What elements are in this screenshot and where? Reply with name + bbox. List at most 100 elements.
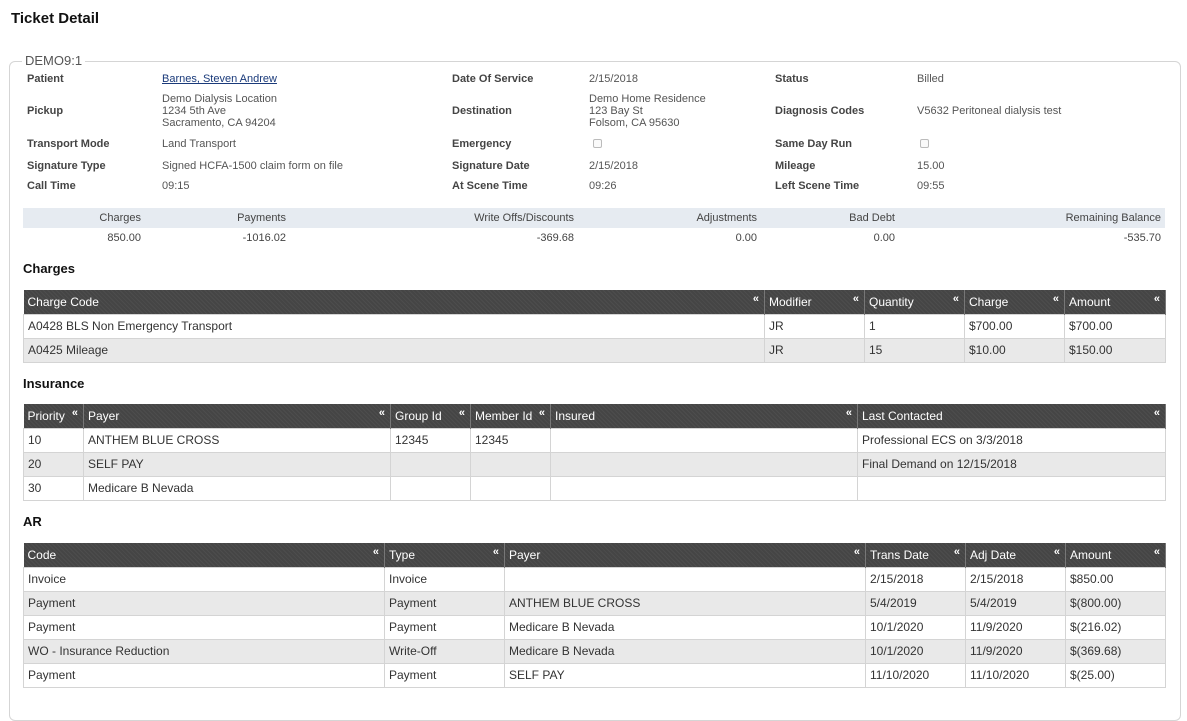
pickup-line-2: 1234 5th Ave [162, 105, 227, 117]
table-cell: 20 [23, 451, 84, 477]
at-scene-time-label: At Scene Time [452, 180, 528, 192]
ar-col-type[interactable]: Type « [384, 543, 505, 567]
table-cell: 10 [23, 427, 84, 453]
emergency-label: Emergency [452, 138, 512, 150]
ar-col-adj-date[interactable]: Adj Date « [965, 543, 1066, 567]
table-row: Payment Payment ANTHEM BLUE CROSS 5/4/20… [23, 590, 1166, 616]
insurance-col-member-id[interactable]: Member Id « [470, 404, 551, 428]
summary-remaining-value: -535.70 [1123, 232, 1161, 244]
table-cell: 12345 [470, 427, 551, 453]
summary-writeoffs-value: -369.68 [536, 232, 574, 244]
table-cell: A0428 BLS Non Emergency Transport [23, 313, 765, 339]
date-of-service-value: 2/15/2018 [589, 73, 638, 85]
patient-link[interactable]: Barnes, Steven Andrew [162, 73, 277, 85]
ticket-id-legend: DEMO9:1 [22, 53, 86, 68]
table-cell: ANTHEM BLUE CROSS [83, 427, 391, 453]
collapse-chevron-icon[interactable]: « [846, 407, 852, 419]
charges-col-amount[interactable]: Amount « [1064, 290, 1166, 314]
table-cell: 5/4/2019 [965, 590, 1066, 616]
collapse-chevron-icon[interactable]: « [379, 407, 385, 419]
collapse-chevron-icon[interactable]: « [1053, 293, 1059, 305]
table-cell: $(800.00) [1065, 590, 1166, 616]
table-cell: Payment [384, 590, 505, 616]
collapse-chevron-icon[interactable]: « [753, 293, 759, 305]
table-cell [470, 451, 551, 477]
table-cell: Payment [23, 614, 385, 640]
table-cell: Professional ECS on 3/3/2018 [857, 427, 1166, 453]
table-row: Invoice Invoice 2/15/2018 2/15/2018 $850… [23, 566, 1166, 592]
collapse-chevron-icon[interactable]: « [539, 407, 545, 419]
table-cell: 15 [864, 337, 965, 363]
charges-table: Charge Code « Modifier « Quantity « Charge «… [23, 290, 1166, 363]
ar-col-amount[interactable]: Amount « [1065, 543, 1166, 567]
diagnosis-codes-label: Diagnosis Codes [775, 105, 865, 117]
signature-date-value: 2/15/2018 [589, 160, 638, 172]
table-cell: Payment [23, 662, 385, 688]
collapse-chevron-icon[interactable]: « [954, 546, 960, 558]
table-cell: Medicare B Nevada [83, 475, 391, 501]
collapse-chevron-icon[interactable]: « [953, 293, 959, 305]
destination-label: Destination [452, 105, 512, 117]
charges-col-quantity[interactable]: Quantity « [864, 290, 965, 314]
left-scene-time-value: 09:55 [917, 180, 945, 192]
transport-mode-value: Land Transport [162, 138, 236, 150]
pickup-label: Pickup [27, 105, 64, 117]
collapse-chevron-icon[interactable]: « [854, 546, 860, 558]
insurance-col-group-id[interactable]: Group Id « [390, 404, 471, 428]
collapse-chevron-icon[interactable]: « [1154, 293, 1160, 305]
diagnosis-codes-value: V5632 Peritoneal dialysis test [917, 105, 1062, 117]
charges-section-title: Charges [23, 261, 76, 276]
ar-col-payer[interactable]: Payer « [504, 543, 866, 567]
summary-header-bar [23, 208, 1165, 228]
charges-col-modifier[interactable]: Modifier « [764, 290, 865, 314]
collapse-chevron-icon[interactable]: « [373, 546, 379, 558]
table-cell: 1 [864, 313, 965, 339]
table-cell: 10/1/2020 [865, 614, 966, 640]
insurance-col-priority[interactable]: Priority « [23, 404, 84, 428]
collapse-chevron-icon[interactable]: « [1154, 407, 1160, 419]
table-cell: $850.00 [1065, 566, 1166, 592]
table-row: 20 SELF PAY Final Demand on 12/15/2018 [23, 451, 1166, 477]
charges-col-charge[interactable]: Charge « [964, 290, 1065, 314]
signature-type-label: Signature Type [27, 160, 106, 172]
table-cell [550, 475, 858, 501]
ar-col-code[interactable]: Code « [23, 543, 385, 567]
status-label: Status [775, 73, 809, 85]
ar-section-title: AR [23, 514, 42, 529]
mileage-value: 15.00 [917, 160, 945, 172]
destination-line-2: 123 Bay St [589, 105, 643, 117]
destination-line-3: Folsom, CA 95630 [589, 117, 680, 129]
insurance-col-last-contacted[interactable]: Last Contacted « [857, 404, 1166, 428]
table-row: 10 ANTHEM BLUE CROSS 12345 12345 Profess… [23, 427, 1166, 453]
pickup-line-3: Sacramento, CA 94204 [162, 117, 276, 129]
call-time-value: 09:15 [162, 180, 190, 192]
table-cell: $150.00 [1064, 337, 1166, 363]
table-cell: Invoice [23, 566, 385, 592]
collapse-chevron-icon[interactable]: « [459, 407, 465, 419]
signature-type-value: Signed HCFA-1500 claim form on file [162, 160, 343, 172]
table-cell: 11/9/2020 [965, 614, 1066, 640]
ar-col-trans-date[interactable]: Trans Date « [865, 543, 966, 567]
collapse-chevron-icon[interactable]: « [72, 407, 78, 419]
collapse-chevron-icon[interactable]: « [1054, 546, 1060, 558]
same-day-run-label: Same Day Run [775, 138, 853, 150]
summary-bad-debt-label: Bad Debt [849, 212, 895, 224]
summary-bad-debt-value: 0.00 [873, 232, 895, 244]
table-cell [504, 566, 866, 592]
collapse-chevron-icon[interactable]: « [853, 293, 859, 305]
table-cell: SELF PAY [83, 451, 391, 477]
insurance-col-insured[interactable]: Insured « [550, 404, 858, 428]
table-cell: A0425 Mileage [23, 337, 765, 363]
page-title: Ticket Detail [11, 10, 100, 27]
charges-col-charge-code[interactable]: Charge Code « [23, 290, 765, 314]
call-time-label: Call Time [27, 180, 76, 192]
collapse-chevron-icon[interactable]: « [1154, 546, 1160, 558]
summary-remaining-label: Remaining Balance [1065, 212, 1161, 224]
collapse-chevron-icon[interactable]: « [493, 546, 499, 558]
table-cell [550, 451, 858, 477]
pickup-line-1: Demo Dialysis Location [162, 93, 277, 105]
insurance-col-payer[interactable]: Payer « [83, 404, 391, 428]
table-row: Payment Payment Medicare B Nevada 10/1/2… [23, 614, 1166, 640]
table-cell: JR [764, 313, 865, 339]
summary-writeoffs-label: Write Offs/Discounts [474, 212, 574, 224]
